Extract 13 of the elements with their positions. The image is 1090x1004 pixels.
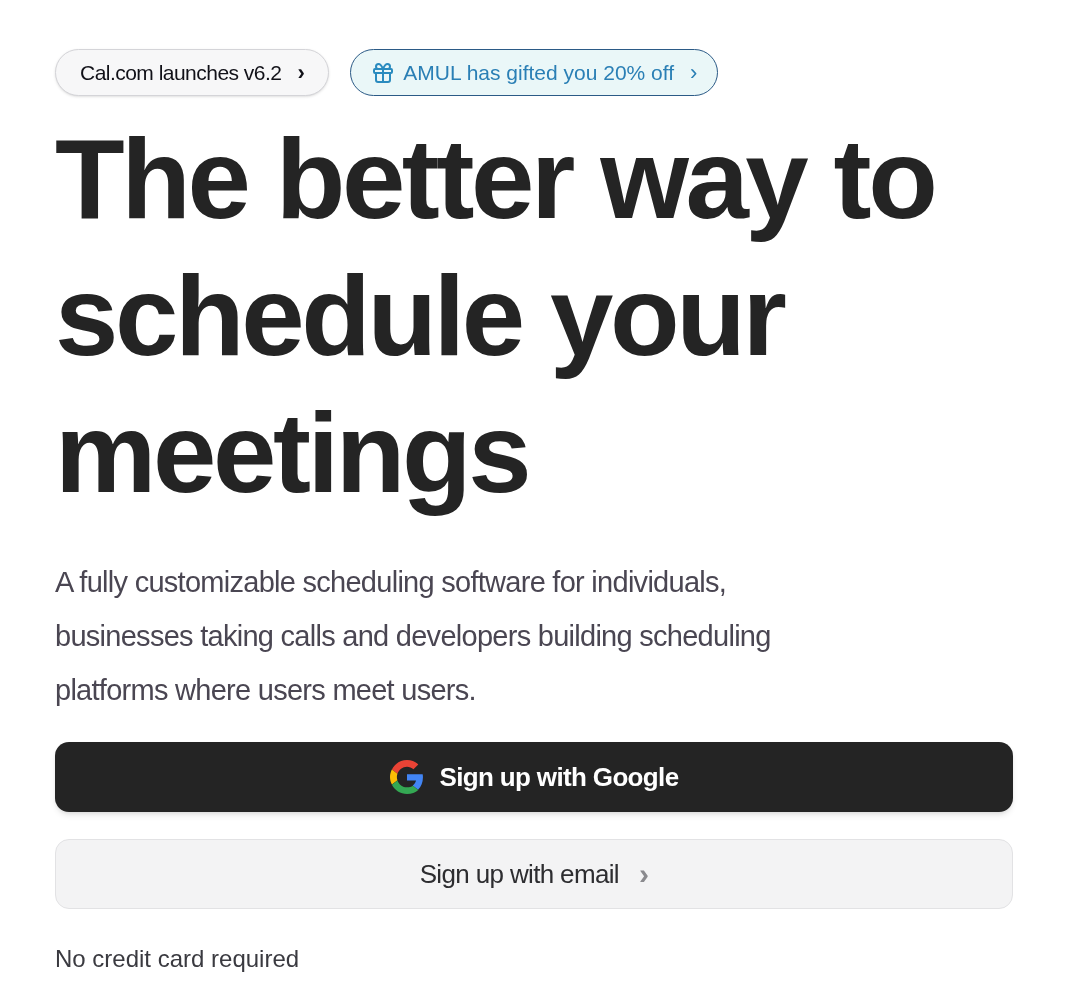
description: A fully customizable scheduling software for individuals, businesses taking calls and developers building scheduling platforms where users meet users.	[55, 565, 772, 708]
offer-badge[interactable]: AMUL has gifted you 20% off ›	[350, 49, 719, 96]
footnote: No credit card required	[55, 944, 301, 974]
gift-icon	[371, 60, 396, 85]
google-logo-icon	[389, 760, 424, 794]
headline: The better way to schedule your meetings	[55, 114, 936, 518]
announcement-badge[interactable]: Cal.com launches v6.2 ›	[55, 49, 330, 96]
email-signup-label: Sign up with email	[419, 857, 619, 891]
google-signup-label: Sign up with Google	[439, 760, 679, 794]
chevron-icon: ›	[638, 859, 649, 889]
offer-text: AMUL has gifted you 20% off	[403, 59, 675, 86]
email-signup-button[interactable]: Sign up with email ›	[55, 839, 1013, 909]
google-signup-button[interactable]: Sign up with Google	[55, 742, 1013, 812]
